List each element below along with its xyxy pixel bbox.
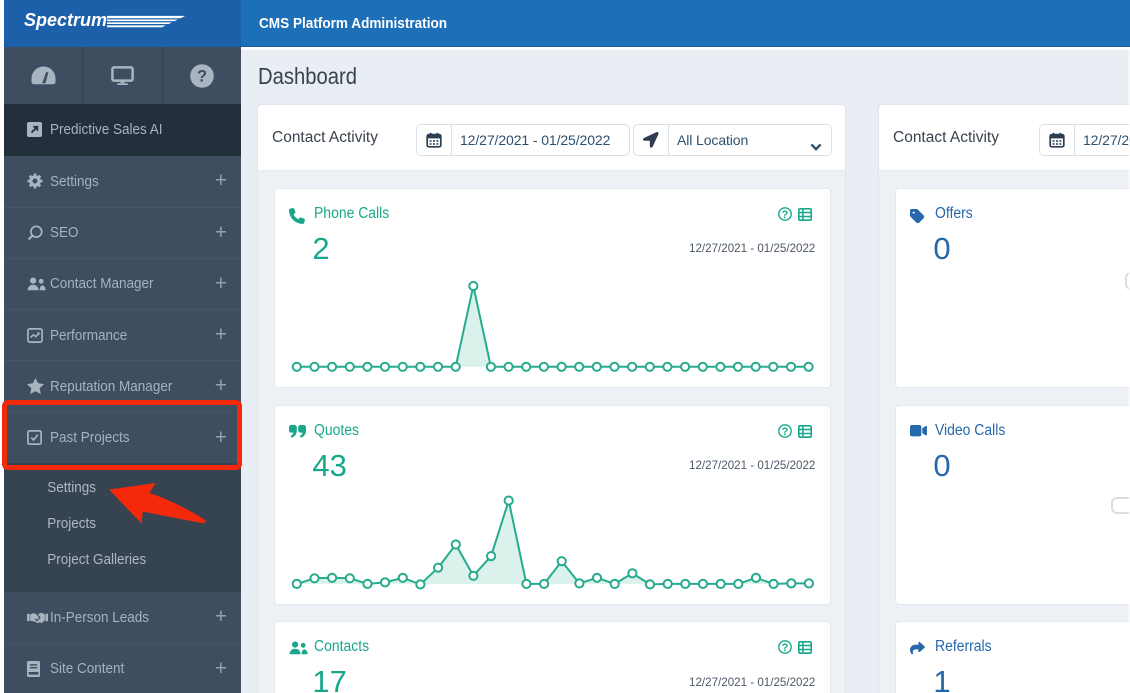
svg-text:?: ? <box>197 67 207 85</box>
svg-text:?: ? <box>782 642 789 654</box>
